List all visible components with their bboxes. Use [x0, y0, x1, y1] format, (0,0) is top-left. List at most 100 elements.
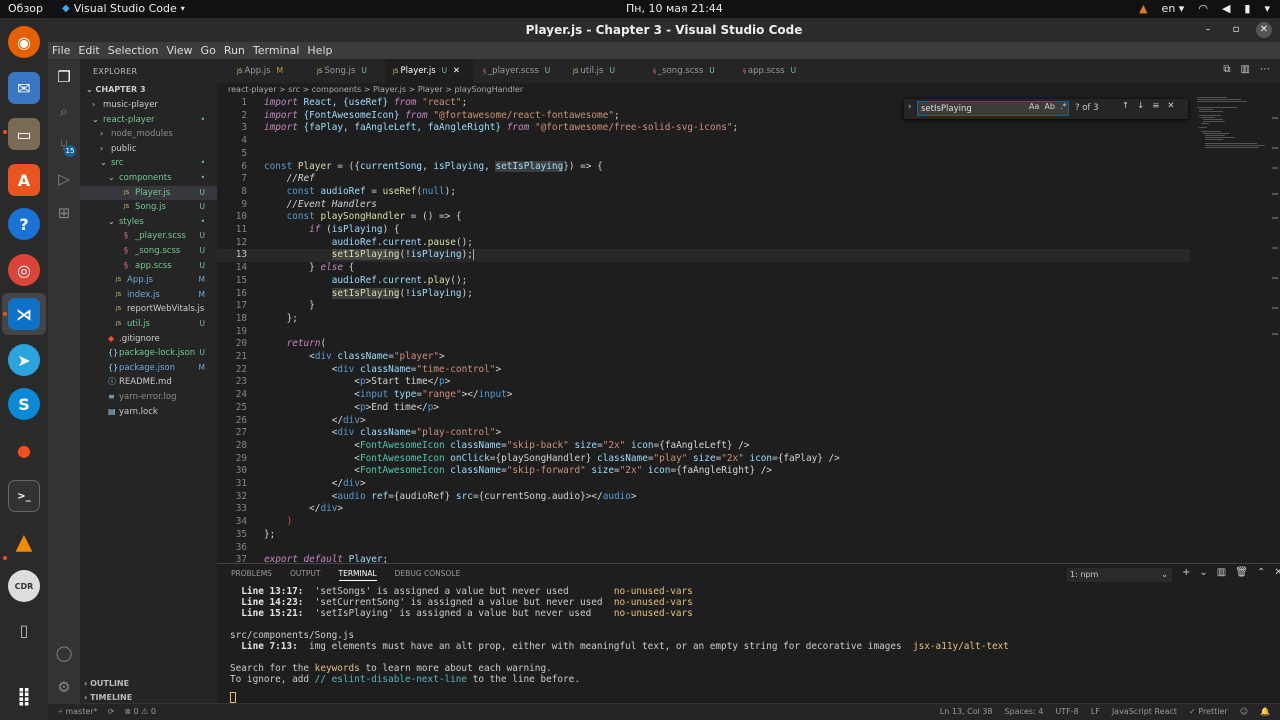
find-in-selection-icon[interactable]: ≡ — [1152, 101, 1159, 111]
encoding[interactable]: UTF-8 — [1055, 704, 1078, 720]
prettier-status[interactable]: ✓ Prettier — [1189, 704, 1228, 720]
tree-folder[interactable]: ⌄ src • — [80, 156, 217, 170]
cursor-position[interactable]: Ln 13, Col 38 — [940, 704, 993, 720]
tree-file[interactable]: ≡ yarn-error.log — [80, 390, 217, 404]
tree-folder[interactable]: › node_modules — [80, 127, 217, 141]
menu-terminal[interactable]: Terminal — [253, 42, 300, 59]
sync-icon[interactable]: ⟳ — [108, 704, 115, 720]
menu-run[interactable]: Run — [224, 42, 245, 59]
chevron-down-icon[interactable]: ⌄ — [1199, 567, 1207, 578]
tree-file[interactable]: ◆ .gitignore — [80, 332, 217, 346]
next-match-icon[interactable]: ↓ — [1137, 101, 1144, 111]
split-editor-icon[interactable]: ▥ — [1241, 64, 1250, 75]
tree-file[interactable]: § app.scss U — [80, 259, 217, 273]
editor-tab[interactable]: JS Song.js U — [309, 59, 383, 83]
menu-help[interactable]: Help — [307, 42, 332, 59]
tree-file[interactable]: {} package-lock.json U — [80, 346, 217, 360]
tree-file[interactable]: JS App.js M — [80, 273, 217, 287]
firefox-icon[interactable]: ◉ — [8, 26, 40, 58]
files-icon[interactable]: ▭ — [8, 118, 40, 150]
editor-tab[interactable]: § app.scss U — [735, 59, 813, 83]
language-indicator[interactable]: en ▾ — [1162, 2, 1185, 15]
cd-drive-icon[interactable]: CDR — [8, 570, 40, 602]
usb-drive-icon[interactable]: ▯ — [8, 614, 40, 646]
terminal-icon[interactable]: >_ — [8, 480, 40, 512]
mail-icon[interactable]: ✉ — [8, 72, 40, 104]
tree-folder[interactable]: ⌄ components • — [80, 171, 217, 185]
search-icon[interactable]: ⌕ — [54, 101, 74, 121]
menu-edit[interactable]: Edit — [78, 42, 99, 59]
editor-tab[interactable]: § _player.scss U — [475, 59, 563, 83]
terminal-selector[interactable]: 1: npm ⌄ — [1067, 568, 1172, 582]
system-tray[interactable]: ▲ en ▾ ◠ ◀ ▮ ▾ — [1139, 2, 1270, 15]
outline-section[interactable]: › OUTLINE — [84, 679, 129, 688]
run-debug-icon[interactable]: ▷ — [54, 169, 74, 189]
tree-folder[interactable]: › music-player — [80, 98, 217, 112]
notifications-bell-icon[interactable]: 🔔 — [1260, 704, 1270, 720]
minimize-icon[interactable]: – — [1200, 22, 1216, 38]
app-menu[interactable]: ◆ Visual Studio Code ▾ — [62, 2, 185, 15]
vscode-icon[interactable]: ⋊ — [8, 298, 40, 330]
tab-terminal[interactable]: TERMINAL — [338, 569, 377, 581]
tab-debug-console[interactable]: DEBUG CONSOLE — [395, 569, 461, 581]
breadcrumb[interactable]: react-player > src > components > Player… — [217, 83, 917, 97]
end-of-line[interactable]: LF — [1091, 704, 1100, 720]
clock[interactable]: Пн, 10 мая 21:44 — [626, 2, 723, 15]
show-apps-icon[interactable]: ⣿ — [8, 680, 40, 712]
editor-tab[interactable]: JS util.js U — [565, 59, 643, 83]
tree-file[interactable]: JS reportWebVitals.js — [80, 302, 217, 316]
editor-tab[interactable]: JS Player.js U ✕ — [385, 59, 473, 83]
settings-gear-icon[interactable]: ⚙ — [54, 677, 74, 697]
explorer-icon[interactable]: ❐ — [54, 67, 74, 87]
split-terminal-icon[interactable]: ▥ — [1217, 567, 1226, 578]
help-icon[interactable]: ? — [8, 208, 40, 240]
tree-file[interactable]: JS Song.js U — [80, 200, 217, 214]
tree-file[interactable]: JS index.js M — [80, 288, 217, 302]
editor-tab[interactable]: JS App.js M — [229, 59, 307, 83]
feedback-icon[interactable]: ☺ — [1240, 704, 1248, 720]
tree-file[interactable]: ⓘ README.md — [80, 375, 217, 389]
close-icon[interactable]: ✕ — [1256, 22, 1272, 38]
editor-tab[interactable]: § _song.scss U — [645, 59, 733, 83]
tab-problems[interactable]: PROBLEMS — [231, 569, 272, 581]
tree-folder[interactable]: ⌄ react-player • — [80, 113, 217, 127]
menu-go[interactable]: Go — [201, 42, 216, 59]
toggle-replace-chevron-icon[interactable]: › — [908, 102, 911, 112]
menu-selection[interactable]: Selection — [108, 42, 159, 59]
tree-file[interactable]: § _song.scss U — [80, 244, 217, 258]
more-actions-icon[interactable]: ⋯ — [1260, 64, 1270, 75]
tree-file[interactable]: JS Player.js U — [80, 185, 217, 200]
close-panel-icon[interactable]: ✕ — [1274, 567, 1280, 578]
vlc-icon[interactable]: ▲ — [8, 526, 40, 558]
minimap[interactable] — [1193, 97, 1273, 157]
compare-icon[interactable]: ⧉ — [1223, 64, 1230, 75]
new-terminal-icon[interactable]: + — [1182, 567, 1190, 578]
tree-folder[interactable]: › public — [80, 142, 217, 156]
maximize-panel-icon[interactable]: ⌃ — [1257, 567, 1265, 578]
indentation[interactable]: Spaces: 4 — [1005, 704, 1044, 720]
menu-file[interactable]: File — [52, 42, 70, 59]
telegram-icon[interactable]: ➤ — [8, 344, 40, 376]
maximize-icon[interactable]: ▫ — [1228, 22, 1244, 38]
tree-file[interactable]: {} package.json M — [80, 361, 217, 375]
extensions-icon[interactable]: ⊞ — [54, 203, 74, 223]
previous-match-icon[interactable]: ↑ — [1122, 101, 1129, 111]
close-find-icon[interactable]: ✕ — [1167, 101, 1174, 111]
figma-icon[interactable]: ● — [8, 434, 40, 466]
tab-output[interactable]: OUTPUT — [290, 569, 321, 581]
account-icon[interactable]: ◯ — [54, 643, 74, 663]
code-editor[interactable]: 1 import React, {useRef} from "react"; 2 i… — [217, 97, 1280, 563]
terminal-output[interactable]: Line 13:17: 'setSongs' is assigned a val… — [230, 586, 1270, 703]
match-case-toggle[interactable]: Aa — [1029, 102, 1039, 111]
skype-icon[interactable]: S — [8, 388, 40, 420]
activities-button[interactable]: Обзор — [8, 2, 43, 15]
match-whole-word-toggle[interactable]: Ab — [1044, 102, 1055, 111]
tree-folder[interactable]: ⌄ styles • — [80, 215, 217, 229]
problems-indicator[interactable]: ⊗ 0 ⚠ 0 — [124, 704, 156, 720]
tree-file[interactable]: JS util.js U — [80, 317, 217, 331]
timeline-section[interactable]: › TIMELINE — [84, 693, 132, 702]
project-folder[interactable]: ⌄ CHAPTER 3 — [86, 85, 146, 94]
trash-icon[interactable]: 🗑 — [1235, 567, 1248, 578]
software-center-icon[interactable]: A — [8, 164, 40, 196]
menu-view[interactable]: View — [166, 42, 192, 59]
